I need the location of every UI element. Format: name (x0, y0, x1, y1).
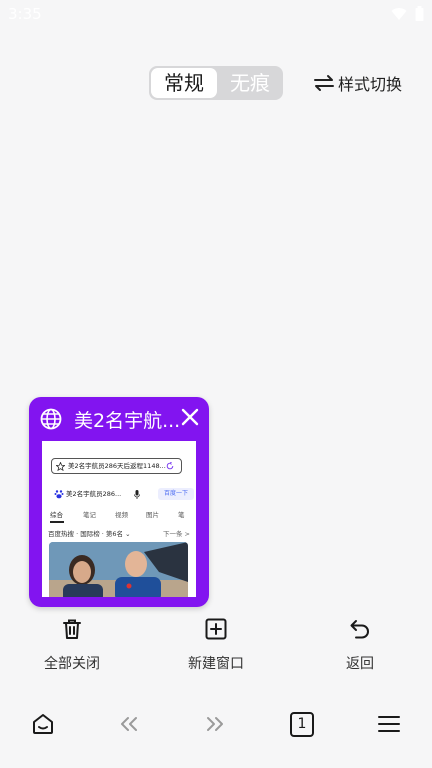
status-bar: 3:35 (0, 0, 432, 30)
close-all-button[interactable]: 全部关闭 (24, 617, 120, 673)
preview-photo (49, 542, 188, 597)
incognito-mode-tab[interactable]: 无痕 (219, 68, 281, 98)
preview-search-button: 百度一下 (158, 488, 194, 500)
globe-icon (40, 408, 62, 430)
preview-tab: 综合 (50, 511, 63, 519)
preview-tabs: 综合 笔记 视频 图片 笔 (48, 509, 194, 521)
tab-title: 美2名宇航... (74, 410, 181, 432)
add-window-icon (205, 618, 227, 640)
status-icons (391, 6, 424, 21)
status-time: 3:35 (8, 5, 42, 23)
normal-mode-tab[interactable]: 常规 (151, 68, 217, 98)
home-button[interactable] (25, 706, 61, 742)
forward-nav-button[interactable] (197, 706, 233, 742)
close-icon[interactable] (181, 408, 199, 426)
style-switch-label: 样式切换 (338, 75, 403, 94)
new-window-button[interactable]: 新建窗口 (168, 617, 264, 673)
trash-icon (63, 619, 81, 639)
home-icon (33, 714, 53, 734)
back-label: 返回 (346, 656, 374, 672)
astronauts-image (49, 542, 188, 597)
swap-icon (314, 75, 334, 91)
menu-icon (378, 716, 400, 732)
preview-tab: 图片 (146, 511, 159, 519)
wifi-icon (391, 7, 407, 20)
undo-icon (350, 620, 369, 639)
bottom-nav: 1 (0, 696, 432, 752)
preview-tab: 笔记 (83, 511, 96, 519)
back-nav-button[interactable] (111, 706, 147, 742)
battery-icon (415, 6, 424, 21)
star-icon (56, 462, 65, 471)
close-all-label: 全部关闭 (44, 656, 100, 672)
back-button[interactable]: 返回 (312, 617, 408, 673)
tab-preview: 美2名宇航员286天后返程1148... 美2名宇航员286... 百度一下 综… (42, 441, 196, 597)
double-chevron-left-icon (121, 717, 137, 731)
mode-switch: 常规 无痕 (149, 66, 283, 100)
tab-count: 1 (290, 711, 314, 737)
double-chevron-right-icon (207, 717, 223, 731)
preview-tab-underline (50, 521, 64, 523)
refresh-icon (166, 462, 174, 470)
preview-search-box: 美2名宇航员286天后返程1148... (51, 458, 182, 474)
preview-hot: 百度热搜 · 国际榜 · 第6名 ⌄ 下一条 > (48, 530, 190, 538)
style-switch-button[interactable]: 样式切换 (314, 70, 402, 96)
preview-tab: 视频 (115, 511, 128, 519)
menu-button[interactable] (371, 706, 407, 742)
new-window-label: 新建窗口 (188, 656, 244, 672)
tabs-button[interactable]: 1 (284, 706, 320, 742)
preview-tab: 笔 (178, 511, 185, 519)
tab-card[interactable]: 美2名宇航... 美2名宇航员286天后返程1148... 美2名宇航员286.… (29, 397, 209, 607)
mic-icon (134, 490, 140, 499)
